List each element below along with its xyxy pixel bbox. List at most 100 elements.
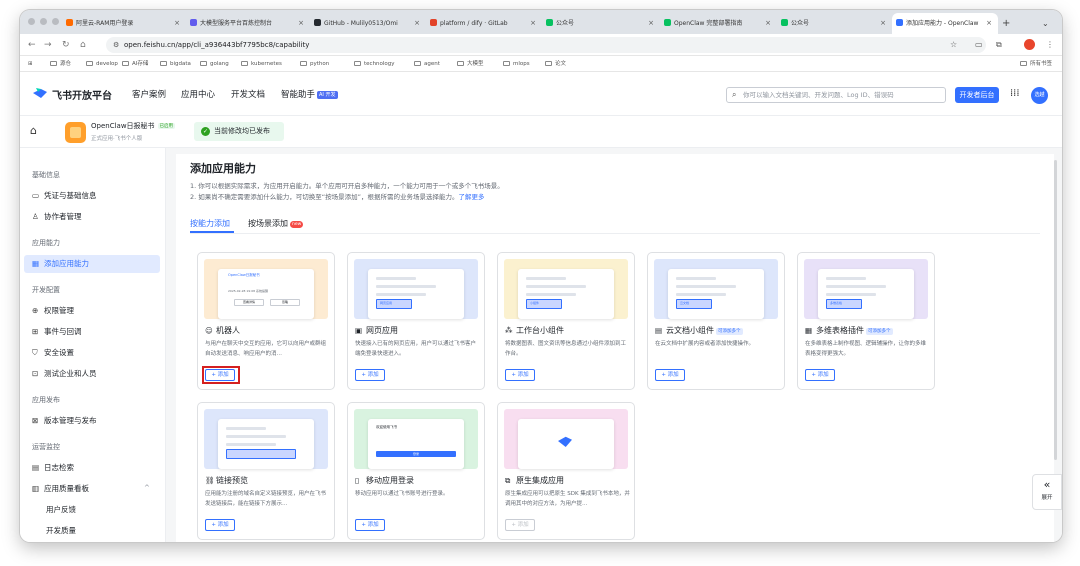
card-preview-image (204, 409, 328, 469)
browser-tab[interactable]: 公众号 × (777, 13, 892, 34)
tab-title: 添加应用能力 - OpenClaw (906, 20, 979, 27)
bookmark-folder[interactable]: python (300, 56, 329, 72)
sidebar-item[interactable]: ♙ 协作者管理 (24, 208, 160, 226)
preview-text: 网页应用 (380, 301, 393, 305)
sidebar-item[interactable]: ⊞ 事件与回调 (24, 323, 160, 341)
home-icon[interactable]: ⌂ (30, 124, 37, 137)
bookmark-label: 论文 (555, 61, 567, 67)
bookmark-folder[interactable]: technology (354, 56, 395, 72)
link-icon: ⛓ (205, 476, 215, 485)
minimize-window-button[interactable] (40, 18, 47, 25)
sidebar-item[interactable]: ⊡ 测试企业和人员 (24, 365, 160, 383)
nav-customer-cases[interactable]: 客户案例 (132, 88, 166, 100)
browser-tab[interactable]: 公众号 × (542, 13, 660, 34)
card-title: ⛓链接预览 (205, 475, 248, 486)
nav-app-center[interactable]: 应用中心 (181, 88, 215, 100)
add-capability-button[interactable]: + 添加 (355, 519, 385, 531)
app-icon[interactable] (65, 122, 86, 143)
tab-close-icon[interactable]: × (880, 13, 886, 34)
browser-tab[interactable]: 大模型服务平台百炼控制台 × (186, 13, 310, 34)
browser-tab[interactable]: 添加应用能力 - OpenClaw × (892, 13, 998, 34)
card-title: ▯ 移动应用登录 (355, 475, 414, 486)
search-placeholder: 你可以输入文档关键词、开发问题、Log ID、错误码 (743, 91, 894, 99)
tab-close-icon[interactable]: × (414, 13, 420, 34)
sidebar-item[interactable]: ▤ 日志检索 (24, 459, 160, 477)
expand-panel-button[interactable]: « 展开 (1032, 474, 1062, 510)
brand-name[interactable]: 飞书开放平台 (52, 87, 112, 102)
profile-avatar[interactable] (1024, 39, 1035, 50)
puzzle-icon[interactable]: ⧉ (996, 34, 1002, 56)
user-avatar[interactable]: 选越 (1031, 87, 1048, 104)
tab-close-icon[interactable]: × (648, 13, 654, 34)
app-grid-icon[interactable]: ⁞⁞⁞ (1010, 88, 1020, 100)
bookmark-folder[interactable]: 源仓 (50, 56, 71, 72)
bookmark-folder[interactable]: agent (414, 56, 440, 72)
app-name[interactable]: OpenClaw日报秘书 已启用 (91, 121, 176, 131)
menu-kebab-icon[interactable]: ⋮ (1046, 34, 1054, 56)
card-description: 应用能为注册的域名自定义链接预览，用户在飞书发送链接后，能在链接下方展示… (205, 491, 327, 507)
sidebar-item[interactable]: ⛉ 安全设置 (24, 344, 160, 362)
browser-tab[interactable]: OpenClaw 完整部署指南 × (660, 13, 777, 34)
bookmark-star-icon[interactable]: ☆ (950, 34, 957, 56)
bookmark-folder[interactable]: AI存储 (122, 56, 148, 72)
bookmark-folder[interactable]: develop (86, 56, 118, 72)
add-capability-button[interactable]: + 添加 (655, 369, 685, 381)
reload-icon[interactable]: ↻ (62, 34, 70, 56)
url-field[interactable]: ⚙ open.feishu.cn/app/cli_a936443bf7795bc… (106, 37, 986, 53)
add-capability-button[interactable]: + 添加 (505, 369, 535, 381)
developer-console-button[interactable]: 开发者后台 (955, 87, 999, 103)
browser-tab[interactable]: platform / dify · GitLab × (426, 13, 542, 34)
tab-close-icon[interactable]: × (530, 13, 536, 34)
tab-title: platform / dify · GitLab (440, 20, 508, 27)
sidebar-item[interactable]: 开发质量 (24, 522, 160, 540)
tab-close-icon[interactable]: × (174, 13, 180, 34)
site-info-icon[interactable]: ⚙ (113, 37, 119, 53)
capability-card: ⛓链接预览应用能为注册的域名自定义链接预览，用户在飞书发送链接后，能在链接下方展… (197, 402, 335, 540)
preview-text: 多维表格 (830, 301, 843, 305)
nav-ai-assistant[interactable]: 智能助手 AI 开发 (281, 88, 338, 100)
browser-tab[interactable]: GitHub - Mulily0513/Omi × (310, 13, 426, 34)
doc-search-input[interactable]: ⌕ 你可以输入文档关键词、开发问题、Log ID、错误码 (726, 87, 946, 103)
card-title-text: 多维表格插件 (816, 326, 864, 335)
bookmark-folder[interactable]: mlops (503, 56, 530, 72)
nav-dev-docs[interactable]: 开发文档 (231, 88, 265, 100)
sidebar-item[interactable]: ▦ 添加应用能力 (24, 255, 160, 273)
sidebar-item[interactable]: ▥ 应用质量看板 (24, 480, 160, 498)
new-tab-button[interactable]: + (1002, 13, 1010, 34)
status-badge: 已启用 (157, 123, 176, 129)
extension-icon[interactable]: ▭ (975, 34, 983, 56)
scrollbar[interactable] (1054, 160, 1057, 460)
sidebar-item[interactable]: ⊕ 权限管理 (24, 302, 160, 320)
forward-icon[interactable]: → (44, 34, 52, 56)
bookmark-label: technology (364, 61, 395, 67)
close-window-button[interactable] (28, 18, 35, 25)
bookmark-folder[interactable]: 论文 (545, 56, 566, 72)
sidebar-item[interactable]: ⊠ 版本管理与发布 (24, 412, 160, 430)
bookmark-folder[interactable]: golang (200, 56, 229, 72)
all-bookmarks[interactable]: 所有书签 (1020, 56, 1052, 72)
bookmark-folder[interactable]: bigdata (160, 56, 191, 72)
tab-by-capability[interactable]: 按能力添加 (190, 218, 234, 233)
sidebar-item[interactable]: ▭ 凭证与基础信息 (24, 187, 160, 205)
tab-close-icon[interactable]: × (298, 13, 304, 34)
add-capability-button[interactable]: + 添加 (205, 519, 235, 531)
back-icon[interactable]: ← (28, 34, 36, 56)
feishu-logo-icon[interactable] (32, 86, 48, 100)
tab-close-icon[interactable]: × (765, 13, 771, 34)
tab-close-icon[interactable]: × (986, 13, 992, 34)
chevron-up-icon[interactable]: ^ (144, 484, 150, 492)
tab-search-chevron-icon[interactable]: ⌄ (1042, 13, 1049, 34)
browser-tab[interactable]: 阿里云-RAM用户登录 × (62, 13, 186, 34)
bookmark-folder[interactable]: 大模型 (457, 56, 484, 72)
home-icon[interactable]: ⌂ (80, 34, 86, 56)
bookmark-folder[interactable]: kubernetes (241, 56, 282, 72)
learn-more-link[interactable]: 了解更多 (459, 193, 485, 201)
sidebar-item[interactable]: 用户反馈 (24, 501, 160, 519)
sidebar-item-icon: ▦ (32, 259, 40, 268)
apps-grid-icon[interactable]: ⊞ (28, 56, 33, 72)
preview-line (226, 443, 276, 446)
add-capability-button[interactable]: + 添加 (355, 369, 385, 381)
tab-by-scene[interactable]: 按场景添加 new (248, 218, 304, 229)
maximize-window-button[interactable] (52, 18, 59, 25)
add-capability-button[interactable]: + 添加 (805, 369, 835, 381)
